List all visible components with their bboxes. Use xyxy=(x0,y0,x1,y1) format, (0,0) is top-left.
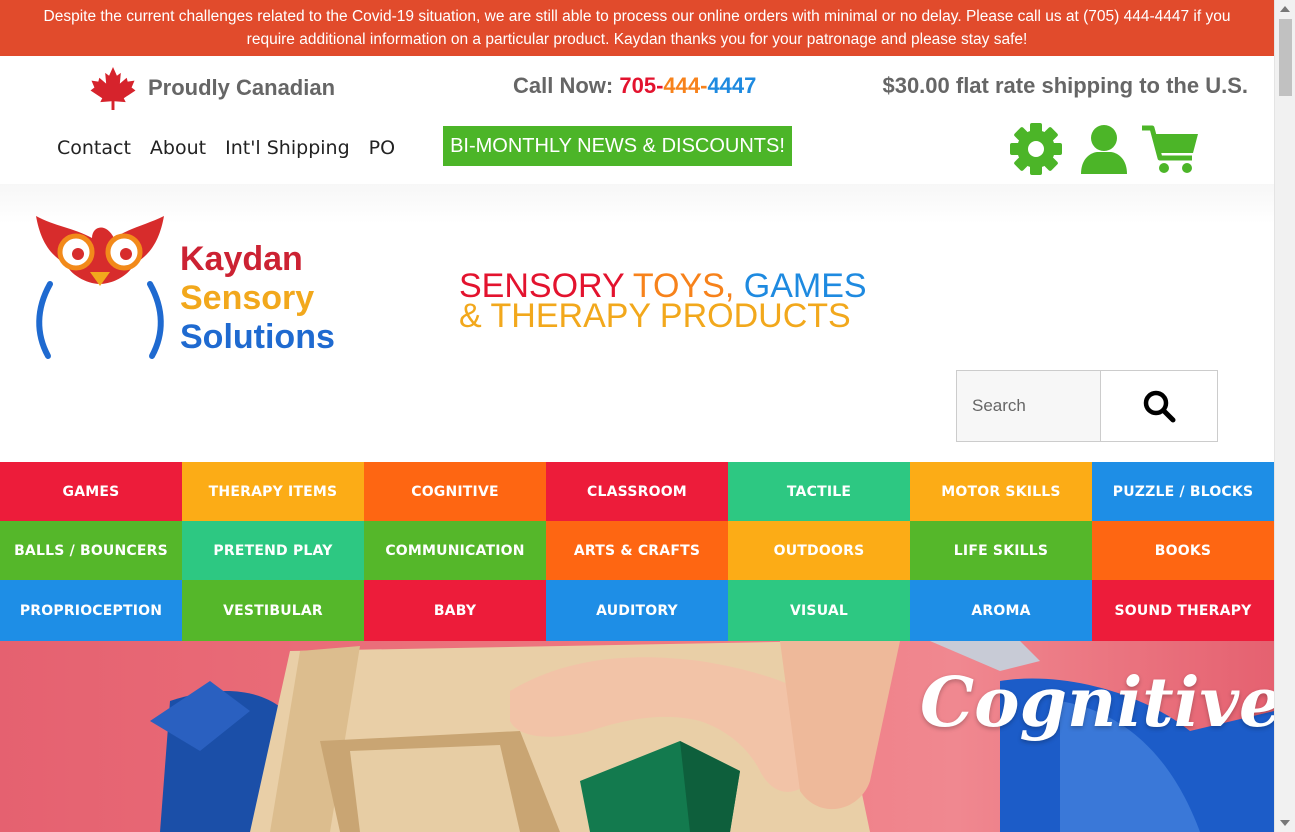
site-tagline: SENSORY TOYS, GAMES & THERAPY PRODUCTS xyxy=(459,269,867,335)
phone-part-3: 4447 xyxy=(707,73,757,98)
category-tactile[interactable]: TACTILE xyxy=(728,462,910,521)
category-aroma[interactable]: AROMA xyxy=(910,580,1092,642)
category-outdoors[interactable]: OUTDOORS xyxy=(728,521,910,580)
account-button[interactable] xyxy=(1078,122,1134,178)
category-vestibular[interactable]: VESTIBULAR xyxy=(182,580,364,642)
user-icon xyxy=(1081,125,1127,174)
category-cognitive[interactable]: COGNITIVE xyxy=(364,462,546,521)
cart-icon xyxy=(1142,125,1198,173)
phone-part-2: 444 xyxy=(663,73,701,98)
search-input[interactable] xyxy=(957,371,1100,441)
cart-button[interactable] xyxy=(1140,122,1202,178)
category-balls-bouncers[interactable]: BALLS / BOUNCERS xyxy=(0,521,182,580)
shipping-notice: $30.00 flat rate shipping to the U.S. xyxy=(882,73,1248,98)
announcement-banner: Despite the current challenges related t… xyxy=(0,0,1274,56)
search-box xyxy=(956,370,1218,442)
settings-button[interactable] xyxy=(1008,122,1064,178)
phone-link[interactable]: 705-444-4447 xyxy=(619,73,756,98)
category-visual[interactable]: VISUAL xyxy=(728,580,910,642)
newsletter-button[interactable]: BI-MONTHLY NEWS & DISCOUNTS! xyxy=(443,126,792,166)
proudly-canadian: Proudly Canadian xyxy=(88,66,335,110)
category-menu: GAMES THERAPY ITEMS COGNITIVE CLASSROOM TACT… xyxy=(0,462,1274,642)
tagline-line-2: & THERAPY PRODUCTS xyxy=(459,297,851,335)
top-bar: Proudly Canadian Call Now: 705-444-4447 … xyxy=(0,56,1274,184)
announcement-line-1: Despite the current challenges related t… xyxy=(43,8,1231,25)
category-puzzle-blocks[interactable]: PUZZLE / BLOCKS xyxy=(1092,462,1274,521)
nav-about[interactable]: About xyxy=(150,137,206,159)
category-life-skills[interactable]: LIFE SKILLS xyxy=(910,521,1092,580)
gear-icon xyxy=(1010,123,1062,175)
category-baby[interactable]: BABY xyxy=(364,580,546,642)
page-scrollbar[interactable] xyxy=(1274,0,1295,832)
site-header: Kaydan Sensory Solutions SENSORY TOYS, G… xyxy=(0,184,1274,462)
hero-banner-image[interactable]: Cognitive xyxy=(0,641,1274,832)
category-pretend-play[interactable]: PRETEND PLAY xyxy=(182,521,364,580)
nav-po[interactable]: PO xyxy=(369,137,395,159)
logo-line-3: Solutions xyxy=(180,318,335,356)
logo-line-2: Sensory xyxy=(180,279,315,317)
nav-contact[interactable]: Contact xyxy=(57,137,131,159)
category-arts-crafts[interactable]: ARTS & CRAFTS xyxy=(546,521,728,580)
category-motor-skills[interactable]: MOTOR SKILLS xyxy=(910,462,1092,521)
top-nav: Contact About Int'l Shipping PO xyxy=(57,137,395,159)
nav-intl-shipping[interactable]: Int'l Shipping xyxy=(225,137,350,159)
scroll-up-arrow-icon[interactable] xyxy=(1280,6,1290,12)
owl-logo-icon xyxy=(36,216,164,359)
call-now: Call Now: 705-444-4447 xyxy=(513,73,756,99)
account-icons xyxy=(1008,122,1202,178)
category-therapy-items[interactable]: THERAPY ITEMS xyxy=(182,462,364,521)
page: Despite the current challenges related t… xyxy=(0,0,1274,832)
category-proprioception[interactable]: PROPRIOCEPTION xyxy=(0,580,182,642)
call-now-label: Call Now: xyxy=(513,73,620,98)
category-books[interactable]: BOOKS xyxy=(1092,521,1274,580)
search-icon xyxy=(1143,390,1176,423)
logo-wordmark: Kaydan Sensory Solutions xyxy=(180,240,335,357)
maple-leaf-icon xyxy=(90,66,136,110)
hero-banner-title: Cognitive xyxy=(920,663,1274,743)
search-button[interactable] xyxy=(1100,371,1217,441)
category-games[interactable]: GAMES xyxy=(0,462,182,521)
phone-part-1: 705 xyxy=(619,73,657,98)
category-classroom[interactable]: CLASSROOM xyxy=(546,462,728,521)
scrollbar-thumb[interactable] xyxy=(1279,19,1292,96)
site-logo[interactable]: Kaydan Sensory Solutions xyxy=(34,214,335,364)
category-communication[interactable]: COMMUNICATION xyxy=(364,521,546,580)
category-auditory[interactable]: AUDITORY xyxy=(546,580,728,642)
logo-line-1: Kaydan xyxy=(180,240,303,278)
category-sound-therapy[interactable]: SOUND THERAPY xyxy=(1092,580,1274,642)
announcement-line-2: require additional information on a part… xyxy=(246,31,1028,48)
proudly-canadian-text: Proudly Canadian xyxy=(148,75,336,100)
scroll-down-arrow-icon[interactable] xyxy=(1280,820,1290,826)
